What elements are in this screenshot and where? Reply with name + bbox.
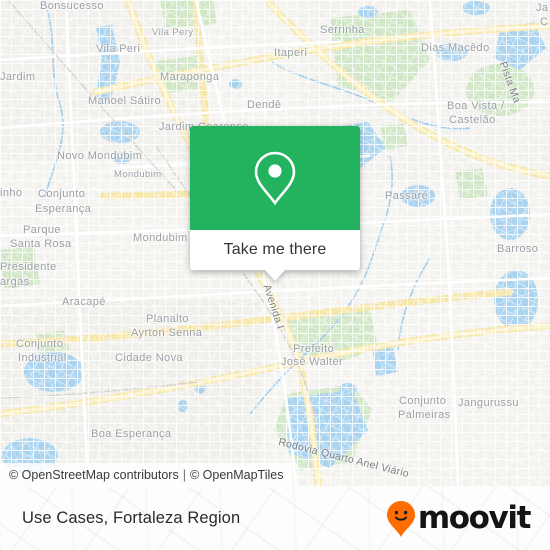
map-pin-icon — [254, 151, 296, 206]
location-popup[interactable]: Take me there — [190, 126, 360, 281]
osm-attribution-link[interactable]: © OpenStreetMap contributors — [9, 468, 179, 482]
map-attribution: © OpenStreetMap contributors | © OpenMap… — [0, 463, 293, 487]
attribution-separator: | — [182, 468, 186, 482]
popup-image — [190, 126, 360, 230]
popup-pointer — [264, 269, 286, 281]
moovit-wordmark: moovit — [417, 500, 532, 536]
openmaptiles-attribution-link[interactable]: © OpenMapTiles — [190, 468, 284, 482]
moovit-smiley-pin-icon — [386, 500, 415, 537]
map-canvas[interactable]: Bonsucesso Vila Pery Vila Peri Serrinha Itap… — [0, 0, 550, 487]
footer-bar: Use Cases, Fortaleza Region moovit — [0, 487, 550, 550]
moovit-map-screen: Bonsucesso Vila Pery Vila Peri Serrinha Itap… — [0, 0, 550, 550]
popup-card[interactable]: Take me there — [190, 126, 360, 270]
moovit-logo[interactable]: moovit — [386, 500, 532, 538]
take-me-there-button[interactable]: Take me there — [190, 230, 360, 270]
page-title: Use Cases, Fortaleza Region — [22, 509, 241, 527]
